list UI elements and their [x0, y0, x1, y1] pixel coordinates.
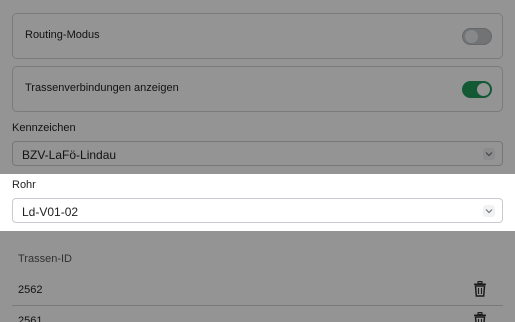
- trassen-id-cell: 2561: [18, 315, 43, 322]
- trassenverbindungen-toggle[interactable]: [462, 81, 492, 98]
- trassen-id-cell: 2562: [18, 284, 43, 296]
- kennzeichen-select[interactable]: BZV-LaFö-Lindau: [12, 141, 503, 166]
- trash-icon[interactable]: [473, 311, 487, 322]
- routing-panel: Routing-Modus Trassenverbindungen anzeig…: [0, 0, 515, 322]
- chevron-down-icon: [483, 148, 495, 160]
- trash-icon[interactable]: [473, 280, 487, 297]
- kennzeichen-label: Kennzeichen: [12, 122, 76, 134]
- toggle-knob: [477, 83, 490, 96]
- kennzeichen-value: BZV-LaFö-Lindau: [22, 148, 117, 162]
- trassenverbindungen-card: Trassenverbindungen anzeigen: [12, 66, 503, 112]
- routing-mode-toggle[interactable]: [462, 28, 492, 45]
- rohr-label: Rohr: [12, 179, 36, 191]
- table-row: 2562: [12, 274, 503, 304]
- rohr-select[interactable]: Ld-V01-02: [12, 198, 503, 223]
- table-row: 2561: [12, 305, 503, 322]
- toggle-knob: [465, 30, 478, 43]
- rohr-value: Ld-V01-02: [22, 205, 79, 219]
- trassen-id-header: Trassen-ID: [18, 253, 72, 265]
- chevron-down-icon: [483, 205, 495, 217]
- trassenverbindungen-label: Trassenverbindungen anzeigen: [25, 82, 179, 94]
- routing-mode-card: Routing-Modus: [12, 13, 503, 59]
- routing-mode-label: Routing-Modus: [25, 29, 100, 41]
